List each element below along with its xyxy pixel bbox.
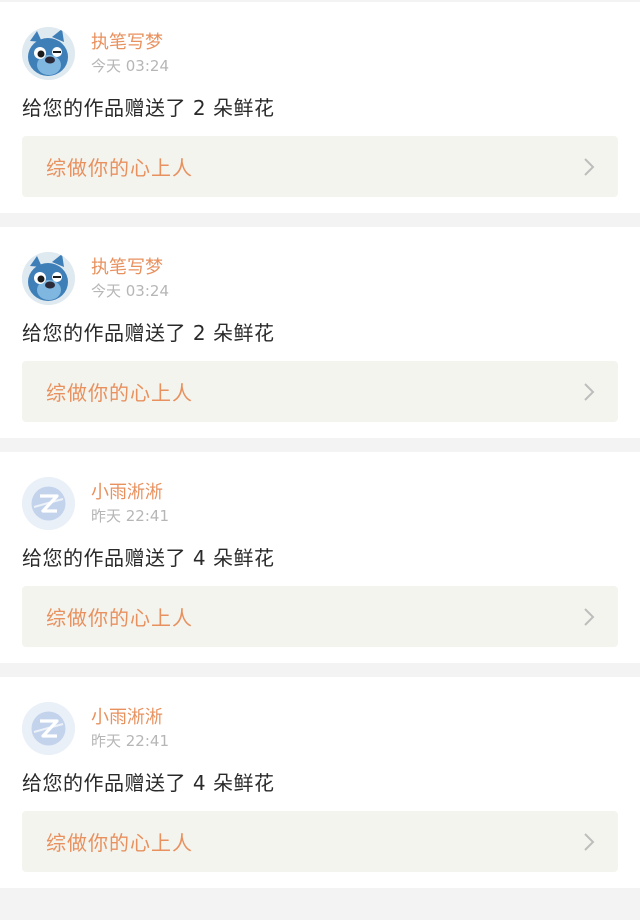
notification-card: 执笔写梦 今天 03:24 给您的作品赠送了 2 朵鲜花 综做你的心上人	[0, 227, 640, 438]
chevron-right-icon	[582, 832, 596, 852]
card-header: 小雨淅淅 昨天 22:41	[22, 476, 618, 530]
notification-card: 执笔写梦 今天 03:24 给您的作品赠送了 2 朵鲜花 综做你的心上人	[0, 2, 640, 213]
user-name[interactable]: 小雨淅淅	[91, 706, 169, 730]
user-name[interactable]: 执笔写梦	[91, 256, 169, 280]
user-meta: 执笔写梦 今天 03:24	[91, 31, 169, 76]
timestamp: 昨天 22:41	[91, 731, 169, 750]
default-avatar-icon	[22, 476, 75, 530]
work-link[interactable]: 综做你的心上人	[22, 586, 618, 647]
work-title: 综做你的心上人	[46, 831, 193, 855]
work-title: 综做你的心上人	[46, 381, 193, 405]
timestamp: 今天 03:24	[91, 281, 169, 300]
default-avatar-icon	[22, 701, 75, 755]
work-link[interactable]: 综做你的心上人	[22, 361, 618, 422]
chevron-right-icon	[582, 607, 596, 627]
user-meta: 执笔写梦 今天 03:24	[91, 256, 169, 301]
card-header: 执笔写梦 今天 03:24	[22, 251, 618, 305]
chevron-right-icon	[582, 382, 596, 402]
card-header: 小雨淅淅 昨天 22:41	[22, 701, 618, 755]
gift-message: 给您的作品赠送了 4 朵鲜花	[22, 771, 275, 795]
card-header: 执笔写梦 今天 03:24	[22, 26, 618, 80]
gift-message: 给您的作品赠送了 2 朵鲜花	[22, 96, 275, 120]
timestamp: 今天 03:24	[91, 56, 169, 75]
user-avatar[interactable]	[22, 251, 75, 305]
cartoon-avatar-icon	[22, 26, 75, 80]
user-name[interactable]: 执笔写梦	[91, 31, 169, 55]
user-avatar[interactable]	[22, 701, 75, 755]
user-name[interactable]: 小雨淅淅	[91, 481, 169, 505]
user-meta: 小雨淅淅 昨天 22:41	[91, 481, 169, 526]
user-avatar[interactable]	[22, 26, 75, 80]
gift-message: 给您的作品赠送了 4 朵鲜花	[22, 546, 275, 570]
work-link[interactable]: 综做你的心上人	[22, 136, 618, 197]
work-title: 综做你的心上人	[46, 156, 193, 180]
timestamp: 昨天 22:41	[91, 506, 169, 525]
notification-card: 小雨淅淅 昨天 22:41 给您的作品赠送了 4 朵鲜花 综做你的心上人	[0, 452, 640, 663]
notification-feed: 执笔写梦 今天 03:24 给您的作品赠送了 2 朵鲜花 综做你的心上人 执笔写…	[0, 0, 640, 888]
gift-message: 给您的作品赠送了 2 朵鲜花	[22, 321, 275, 345]
cartoon-avatar-icon	[22, 251, 75, 305]
user-meta: 小雨淅淅 昨天 22:41	[91, 706, 169, 751]
work-link[interactable]: 综做你的心上人	[22, 811, 618, 872]
user-avatar[interactable]	[22, 476, 75, 530]
chevron-right-icon	[582, 157, 596, 177]
work-title: 综做你的心上人	[46, 606, 193, 630]
notification-card: 小雨淅淅 昨天 22:41 给您的作品赠送了 4 朵鲜花 综做你的心上人	[0, 677, 640, 888]
